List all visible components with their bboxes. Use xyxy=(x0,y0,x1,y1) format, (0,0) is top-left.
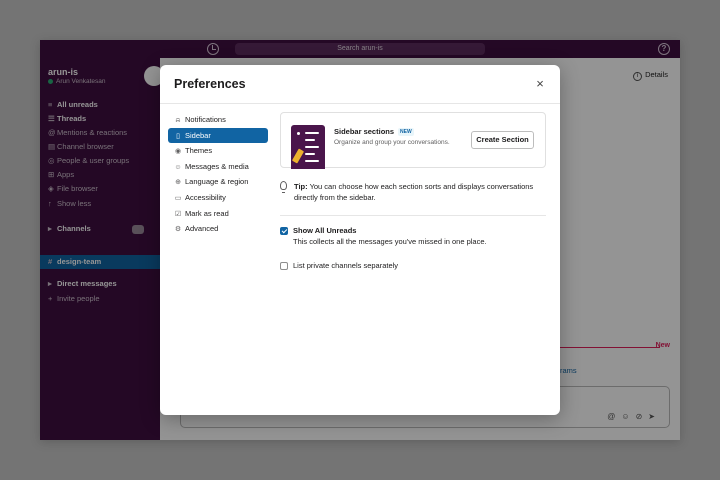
message-icon: ☺ xyxy=(174,163,182,171)
sidebar-icon: ▯ xyxy=(176,132,180,140)
check-square-icon: ☑ xyxy=(174,210,182,218)
globe-icon: ⊕ xyxy=(175,179,181,187)
create-section-button[interactable]: Create Section xyxy=(471,131,534,149)
nav-label: Accessibility xyxy=(185,192,226,202)
pencil-icon xyxy=(291,148,305,164)
preferences-modal: Preferences × ⍾ Notifications ▯ Sidebar ◉ T… xyxy=(160,65,560,415)
divider xyxy=(280,215,546,216)
nav-label: Sidebar xyxy=(185,130,211,140)
option-label[interactable]: List private channels separately xyxy=(293,261,398,270)
nav-language-region[interactable]: ⊕ Language & region xyxy=(168,174,268,190)
private-channels-checkbox[interactable] xyxy=(280,262,288,270)
close-icon[interactable]: × xyxy=(532,76,548,92)
nav-messages-media[interactable]: ☺ Messages & media xyxy=(168,159,268,175)
show-all-unreads-checkbox[interactable] xyxy=(280,227,288,235)
nav-sidebar[interactable]: ▯ Sidebar xyxy=(168,127,268,144)
gear-icon: ⚙ xyxy=(174,226,182,234)
divider xyxy=(160,103,560,104)
monitor-icon: ▭ xyxy=(174,194,182,202)
illustration-line xyxy=(305,139,315,141)
option-description: This collects all the messages you've mi… xyxy=(293,237,487,246)
nav-label: Notifications xyxy=(185,115,226,124)
bell-icon: ⍾ xyxy=(175,117,181,124)
lightbulb-icon xyxy=(280,181,287,193)
nav-label: Language & region xyxy=(185,177,249,187)
tip-text: Tip: You can choose how each section sor… xyxy=(294,181,544,203)
nav-label: Messages & media xyxy=(185,161,249,171)
illustration-line xyxy=(305,153,315,155)
tip-label: Tip: xyxy=(294,182,308,191)
option-label[interactable]: Show All Unreads xyxy=(293,226,356,235)
nav-label: Mark as read xyxy=(185,208,229,218)
illustration-dot xyxy=(297,132,300,135)
eye-icon: ◉ xyxy=(174,148,182,156)
sidebar-sections-illustration xyxy=(291,125,325,169)
nav-advanced[interactable]: ⚙ Advanced xyxy=(168,221,268,237)
nav-mark-as-read[interactable]: ☑ Mark as read xyxy=(168,206,268,222)
card-subtitle: Organize and group your conversations. xyxy=(334,139,450,146)
nav-themes[interactable]: ◉ Themes xyxy=(168,143,268,159)
illustration-line xyxy=(305,146,319,148)
nav-label: Themes xyxy=(185,146,213,156)
preferences-nav: ⍾ Notifications ▯ Sidebar ◉ Themes ☺ Message… xyxy=(168,112,268,237)
tip-body: You can choose how each section sorts an… xyxy=(294,182,534,202)
illustration-line xyxy=(305,132,319,134)
nav-accessibility[interactable]: ▭ Accessibility xyxy=(168,190,268,206)
modal-title: Preferences xyxy=(174,77,246,91)
new-badge: NEW xyxy=(398,128,414,137)
card-title-text: Sidebar sections xyxy=(334,127,395,136)
card-title: Sidebar sections NEW xyxy=(334,127,414,137)
nav-label: Advanced xyxy=(185,224,219,234)
illustration-line xyxy=(305,160,319,162)
nav-notifications[interactable]: ⍾ Notifications xyxy=(168,112,268,128)
sidebar-sections-card: Sidebar sections NEW Organize and group y… xyxy=(280,112,546,169)
